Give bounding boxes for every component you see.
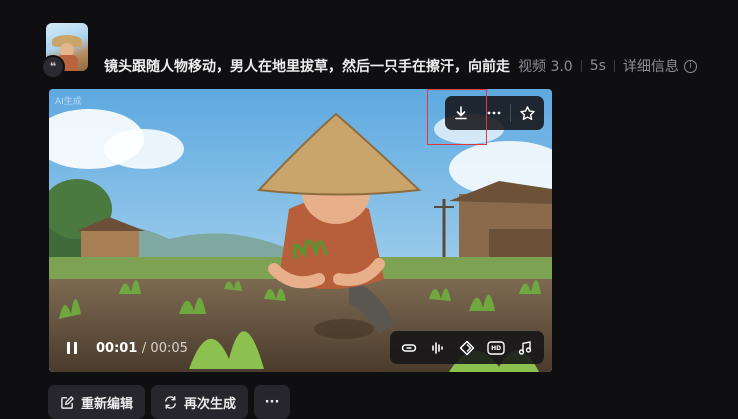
duration-label: 5s bbox=[589, 58, 606, 74]
hd-icon[interactable]: HD bbox=[483, 335, 509, 361]
more-icon-label: ··· bbox=[264, 394, 280, 410]
download-highlight bbox=[427, 89, 487, 145]
watermark: AI生成 bbox=[55, 97, 82, 107]
action-bar: 重新编辑 再次生成 ··· bbox=[48, 385, 291, 419]
prompt-text: 镜头跟随人物移动，男人在地里拔草，然后一只手在擦汗，向前走 bbox=[104, 59, 510, 75]
reedit-label: 重新编辑 bbox=[81, 396, 134, 412]
star-icon[interactable] bbox=[511, 96, 544, 130]
audio-wave-icon[interactable] bbox=[425, 335, 451, 361]
details-link[interactable]: 详细信息 bbox=[623, 56, 679, 76]
pause-button[interactable] bbox=[64, 339, 80, 357]
refresh-icon bbox=[165, 395, 176, 409]
diamond-icon[interactable] bbox=[454, 335, 480, 361]
video-bottom-toolbar: HD bbox=[390, 331, 544, 364]
edit-icon bbox=[61, 395, 74, 409]
more-actions-button[interactable]: ··· bbox=[254, 385, 291, 419]
prompt-row: 镜头跟随人物移动，男人在地里拔草，然后一只手在擦汗，向前走 视频 3.0 5s … bbox=[104, 56, 697, 76]
hd-label: HD bbox=[491, 344, 502, 352]
reedit-button[interactable]: 重新编辑 bbox=[48, 385, 146, 419]
regenerate-button[interactable]: 再次生成 bbox=[151, 385, 249, 419]
info-icon[interactable]: i bbox=[683, 59, 697, 73]
total-time: / 00:05 bbox=[141, 341, 188, 356]
regenerate-label: 再次生成 bbox=[184, 396, 237, 412]
current-time: 00:01 bbox=[96, 341, 138, 356]
model-label: 视频 3.0 bbox=[518, 59, 573, 75]
link-icon[interactable] bbox=[396, 335, 422, 361]
music-icon[interactable] bbox=[512, 335, 538, 361]
playback-time: 00:01 / 00:05 bbox=[96, 341, 188, 356]
quote-icon: ❝ bbox=[41, 55, 65, 79]
